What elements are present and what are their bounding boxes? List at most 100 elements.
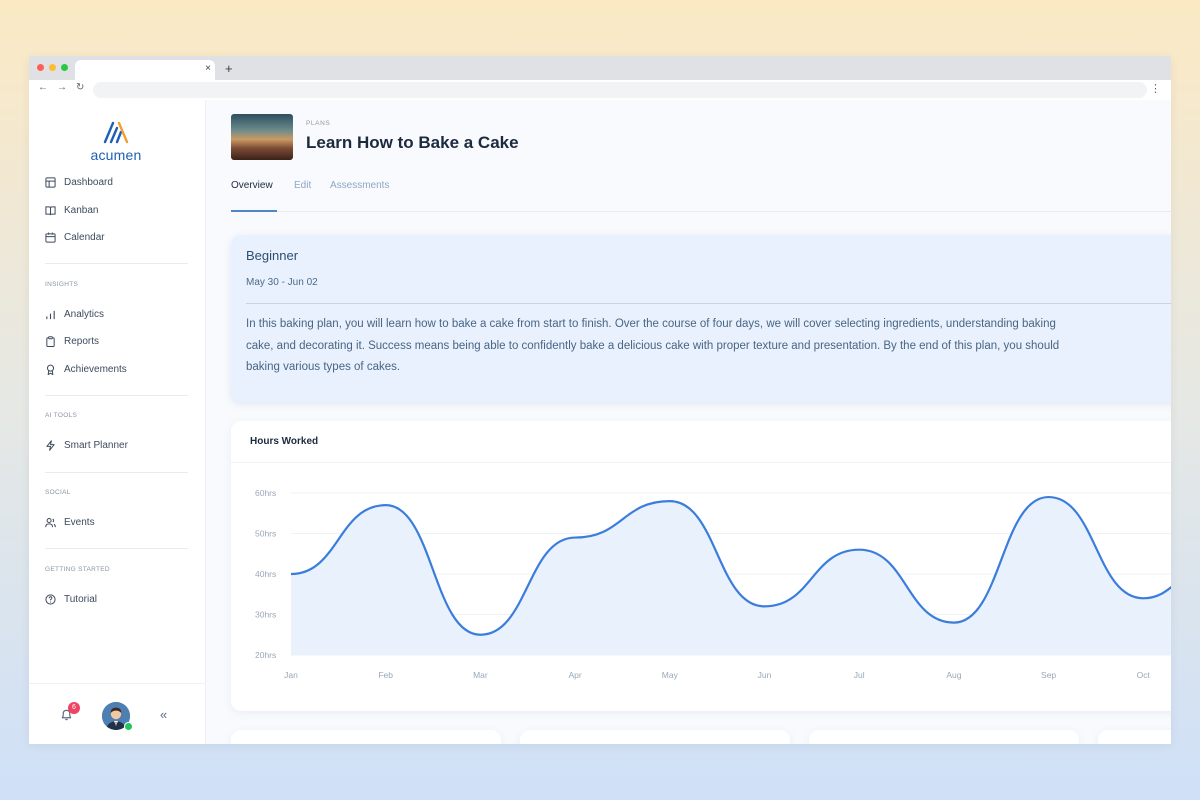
chart-data-point-jun[interactable] <box>762 603 768 609</box>
sidebar-divider <box>45 472 188 473</box>
x-tick-label: Jul <box>854 670 865 680</box>
sidebar-item-label: Tutorial <box>64 593 97 605</box>
x-tick-label: Oct <box>1137 670 1151 680</box>
stat-card <box>1098 730 1171 744</box>
browser-toolbar: ← → ↻ ⋮ <box>29 80 1171 100</box>
sidebar-item-events[interactable]: Events <box>45 513 95 531</box>
sidebar-item-achievements[interactable]: Achievements <box>45 360 127 378</box>
layout-icon <box>45 176 56 188</box>
help-circle-icon <box>45 593 56 605</box>
chart-data-point-jan[interactable] <box>288 571 294 577</box>
sidebar-item-tutorial[interactable]: Tutorial <box>45 590 97 608</box>
stat-card <box>520 730 790 744</box>
reload-icon[interactable]: ↻ <box>76 82 84 93</box>
x-tick-label: Feb <box>378 670 393 680</box>
sidebar-item-smart-planner[interactable]: Smart Planner <box>45 436 128 454</box>
award-icon <box>46 364 55 375</box>
chart-data-point-apr[interactable] <box>572 535 578 541</box>
chart-data-point-sep[interactable] <box>1046 494 1052 500</box>
sidebar-item-label: Dashboard <box>64 176 113 188</box>
browser-window: × + ← → ↻ ⋮ acumen Dashboard Kanban Cale… <box>29 56 1171 744</box>
sidebar-footer: 6 « <box>29 683 205 744</box>
address-bar[interactable] <box>93 82 1147 98</box>
users-icon <box>45 517 56 527</box>
x-tick-label: Jun <box>758 670 772 680</box>
close-window-dot[interactable] <box>37 64 44 71</box>
card-divider <box>231 462 1171 463</box>
chart-data-point-may[interactable] <box>667 498 673 504</box>
section-label-getting-started: GETTING STARTED <box>45 566 110 573</box>
sidebar-item-analytics[interactable]: Analytics <box>45 305 104 323</box>
y-tick-label: 60hrs <box>255 488 276 498</box>
sidebar-divider <box>45 548 188 549</box>
browser-tab[interactable]: × <box>75 60 215 80</box>
sidebar-item-label: Smart Planner <box>64 439 128 451</box>
acumen-logo-icon <box>103 121 129 144</box>
tab-assessments[interactable]: Assessments <box>330 180 389 191</box>
x-tick-label: Jan <box>284 670 298 680</box>
y-tick-label: 20hrs <box>255 650 276 660</box>
lightning-icon <box>46 439 55 451</box>
browser-menu-icon[interactable]: ⋮ <box>1150 82 1161 95</box>
breadcrumb[interactable]: PLANS <box>306 120 330 127</box>
x-tick-label: Apr <box>568 670 581 680</box>
section-label-ai-tools: AI TOOLS <box>45 412 78 419</box>
collapse-sidebar-icon[interactable]: « <box>160 707 167 722</box>
sidebar-item-label: Kanban <box>64 204 99 216</box>
notification-badge: 6 <box>68 702 80 714</box>
x-tick-label: May <box>662 670 679 680</box>
online-status-dot <box>124 722 133 731</box>
card-divider <box>246 303 1171 304</box>
hours-worked-chart[interactable]: 20hrs 30hrs 40hrs 50hrs 60hrs Jan Feb Mar Apr May… <box>231 471 1171 701</box>
plan-summary-card: Beginner May 30 - Jun 02 In this baking … <box>231 235 1171 402</box>
chart-title: Hours Worked <box>250 436 319 447</box>
x-tick-label: Aug <box>946 670 961 680</box>
sidebar-item-label: Reports <box>64 335 100 347</box>
chart-data-point-mar[interactable] <box>477 632 483 638</box>
section-label-insights: INSIGHTS <box>45 281 79 288</box>
maximize-window-dot[interactable] <box>61 64 68 71</box>
sidebar-item-label: Analytics <box>64 308 105 320</box>
calendar-icon <box>45 231 56 243</box>
clipboard-icon <box>46 335 55 347</box>
x-tick-label: Mar <box>473 670 488 680</box>
logo-wordmark: acumen <box>90 147 142 163</box>
sidebar-item-reports[interactable]: Reports <box>45 332 99 350</box>
sidebar-item-calendar[interactable]: Calendar <box>45 228 105 246</box>
y-tick-label: 50hrs <box>255 529 276 539</box>
section-label-social: SOCIAL <box>45 489 71 496</box>
sidebar-item-label: Events <box>64 516 95 528</box>
stat-card <box>231 730 501 744</box>
sidebar-divider <box>45 263 188 264</box>
hours-worked-card: Hours Worked 20hrs 30hrs 40hrs 50hrs 60hrs Ja… <box>231 421 1171 711</box>
book-icon <box>45 205 56 215</box>
chart-data-point-aug[interactable] <box>951 620 957 626</box>
tab-strip: × + <box>29 56 1171 80</box>
sidebar: acumen Dashboard Kanban Calendar INSIGHT… <box>29 100 206 744</box>
back-icon[interactable]: ← <box>38 82 48 93</box>
sidebar-item-kanban[interactable]: Kanban <box>45 201 98 219</box>
plan-thumbnail <box>231 114 293 160</box>
chart-data-point-feb[interactable] <box>383 502 389 508</box>
tab-overview[interactable]: Overview <box>231 180 273 191</box>
minimize-window-dot[interactable] <box>49 64 56 71</box>
y-tick-label: 40hrs <box>255 569 276 579</box>
chart-data-point-jul[interactable] <box>856 547 862 553</box>
new-tab-button[interactable]: + <box>225 61 233 76</box>
tabs-divider <box>231 211 1171 212</box>
sidebar-item-label: Calendar <box>64 231 105 243</box>
forward-icon[interactable]: → <box>57 82 67 93</box>
plan-dates: May 30 - Jun 02 <box>246 277 318 288</box>
sidebar-item-label: Achievements <box>64 363 127 375</box>
tab-edit[interactable]: Edit <box>294 180 311 191</box>
chart-data-point-oct[interactable] <box>1140 595 1146 601</box>
chart-area-fill <box>291 497 1171 655</box>
sidebar-divider <box>45 395 188 396</box>
tab-close-icon[interactable]: × <box>205 63 211 74</box>
plan-level: Beginner <box>246 248 299 263</box>
active-tab-indicator <box>231 210 277 212</box>
logo[interactable]: acumen <box>86 120 146 163</box>
sidebar-item-dashboard[interactable]: Dashboard <box>45 173 113 191</box>
stat-card <box>809 730 1079 744</box>
bar-chart-icon <box>46 310 55 319</box>
